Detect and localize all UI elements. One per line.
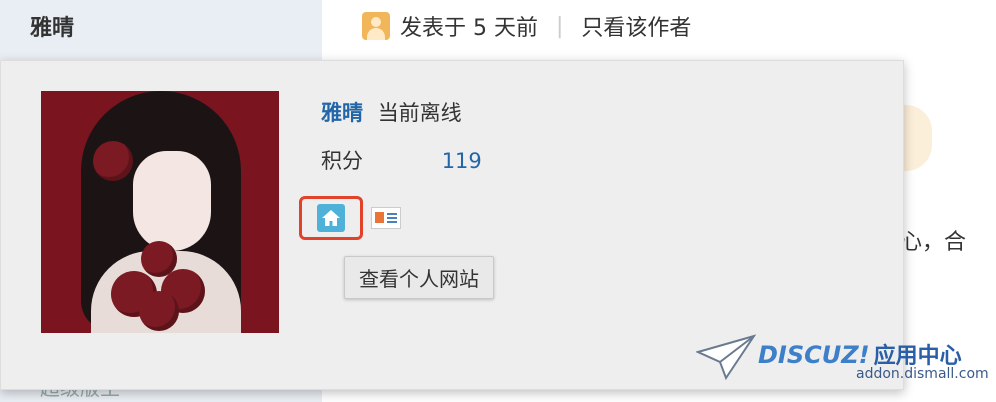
points-value[interactable]: 119 [442,149,482,173]
paper-plane-icon [695,334,757,381]
user-avatar-image[interactable] [41,91,279,333]
profile-card-icon[interactable] [371,207,401,229]
user-avatar-icon [362,12,390,40]
post-header: 发表于 5 天前 | 只看该作者 [362,8,691,44]
post-time: 发表于 5 天前 [400,16,538,41]
personal-website-button[interactable] [299,196,363,240]
points-label: 积分 [321,149,363,173]
points-row: 积分 119 [321,145,482,175]
website-tooltip: 查看个人网站 [344,256,494,299]
only-author-link[interactable]: 只看该作者 [581,10,691,42]
profile-username[interactable]: 雅晴 [321,101,363,125]
watermark-domain: addon.dismall.com [856,366,989,382]
separator: | [555,13,564,39]
profile-action-icons [299,196,401,240]
profile-name-line: 雅晴 当前离线 [321,97,462,127]
sidebar-author-name[interactable]: 雅晴 [30,10,74,42]
home-icon [317,204,345,232]
online-status: 当前离线 [377,101,462,125]
watermark: DISCUZ! 应用中心 addon.dismall.com [695,332,989,392]
